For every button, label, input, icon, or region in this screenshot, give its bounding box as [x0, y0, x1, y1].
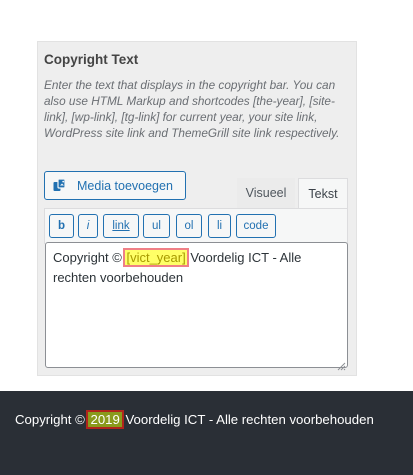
italic-button[interactable]: i	[78, 214, 98, 238]
code-button[interactable]: code	[236, 214, 276, 238]
ordered-list-button[interactable]: ol	[176, 214, 202, 238]
copyright-textarea[interactable]: Copyright © [vict_year] Voordelig ICT - …	[45, 242, 348, 371]
editor-text-prefix: Copyright ©	[53, 250, 126, 265]
bold-button[interactable]: b	[49, 214, 74, 238]
panel-description: Enter the text that displays in the copy…	[44, 78, 340, 140]
add-media-button[interactable]: Media toevoegen	[44, 171, 186, 200]
copyright-text-panel: Copyright Text Enter the text that displ…	[37, 41, 357, 376]
footer-text-prefix: Copyright ©	[15, 412, 89, 427]
footer-year: 2019	[86, 410, 124, 429]
site-footer: Copyright © 2019 Voordelig ICT - Alle re…	[0, 391, 413, 475]
media-icon	[53, 178, 70, 193]
footer-copyright: Copyright © 2019 Voordelig ICT - Alle re…	[15, 410, 374, 429]
list-item-button[interactable]: li	[208, 214, 231, 238]
add-media-label: Media toevoegen	[77, 178, 173, 193]
panel-title: Copyright Text	[44, 52, 139, 67]
quicktags-toolbar: b i link ul ol li code	[44, 208, 348, 244]
resize-handle-icon[interactable]	[337, 357, 346, 371]
unordered-list-button[interactable]: ul	[143, 214, 170, 238]
shortcode-highlight: [vict_year]	[123, 248, 189, 267]
footer-text-suffix: Voordelig ICT - Alle rechten voorbehoude…	[121, 412, 374, 427]
link-button[interactable]: link	[103, 214, 139, 238]
tab-visual[interactable]: Visueel	[237, 178, 295, 208]
tab-text[interactable]: Tekst	[298, 178, 348, 208]
